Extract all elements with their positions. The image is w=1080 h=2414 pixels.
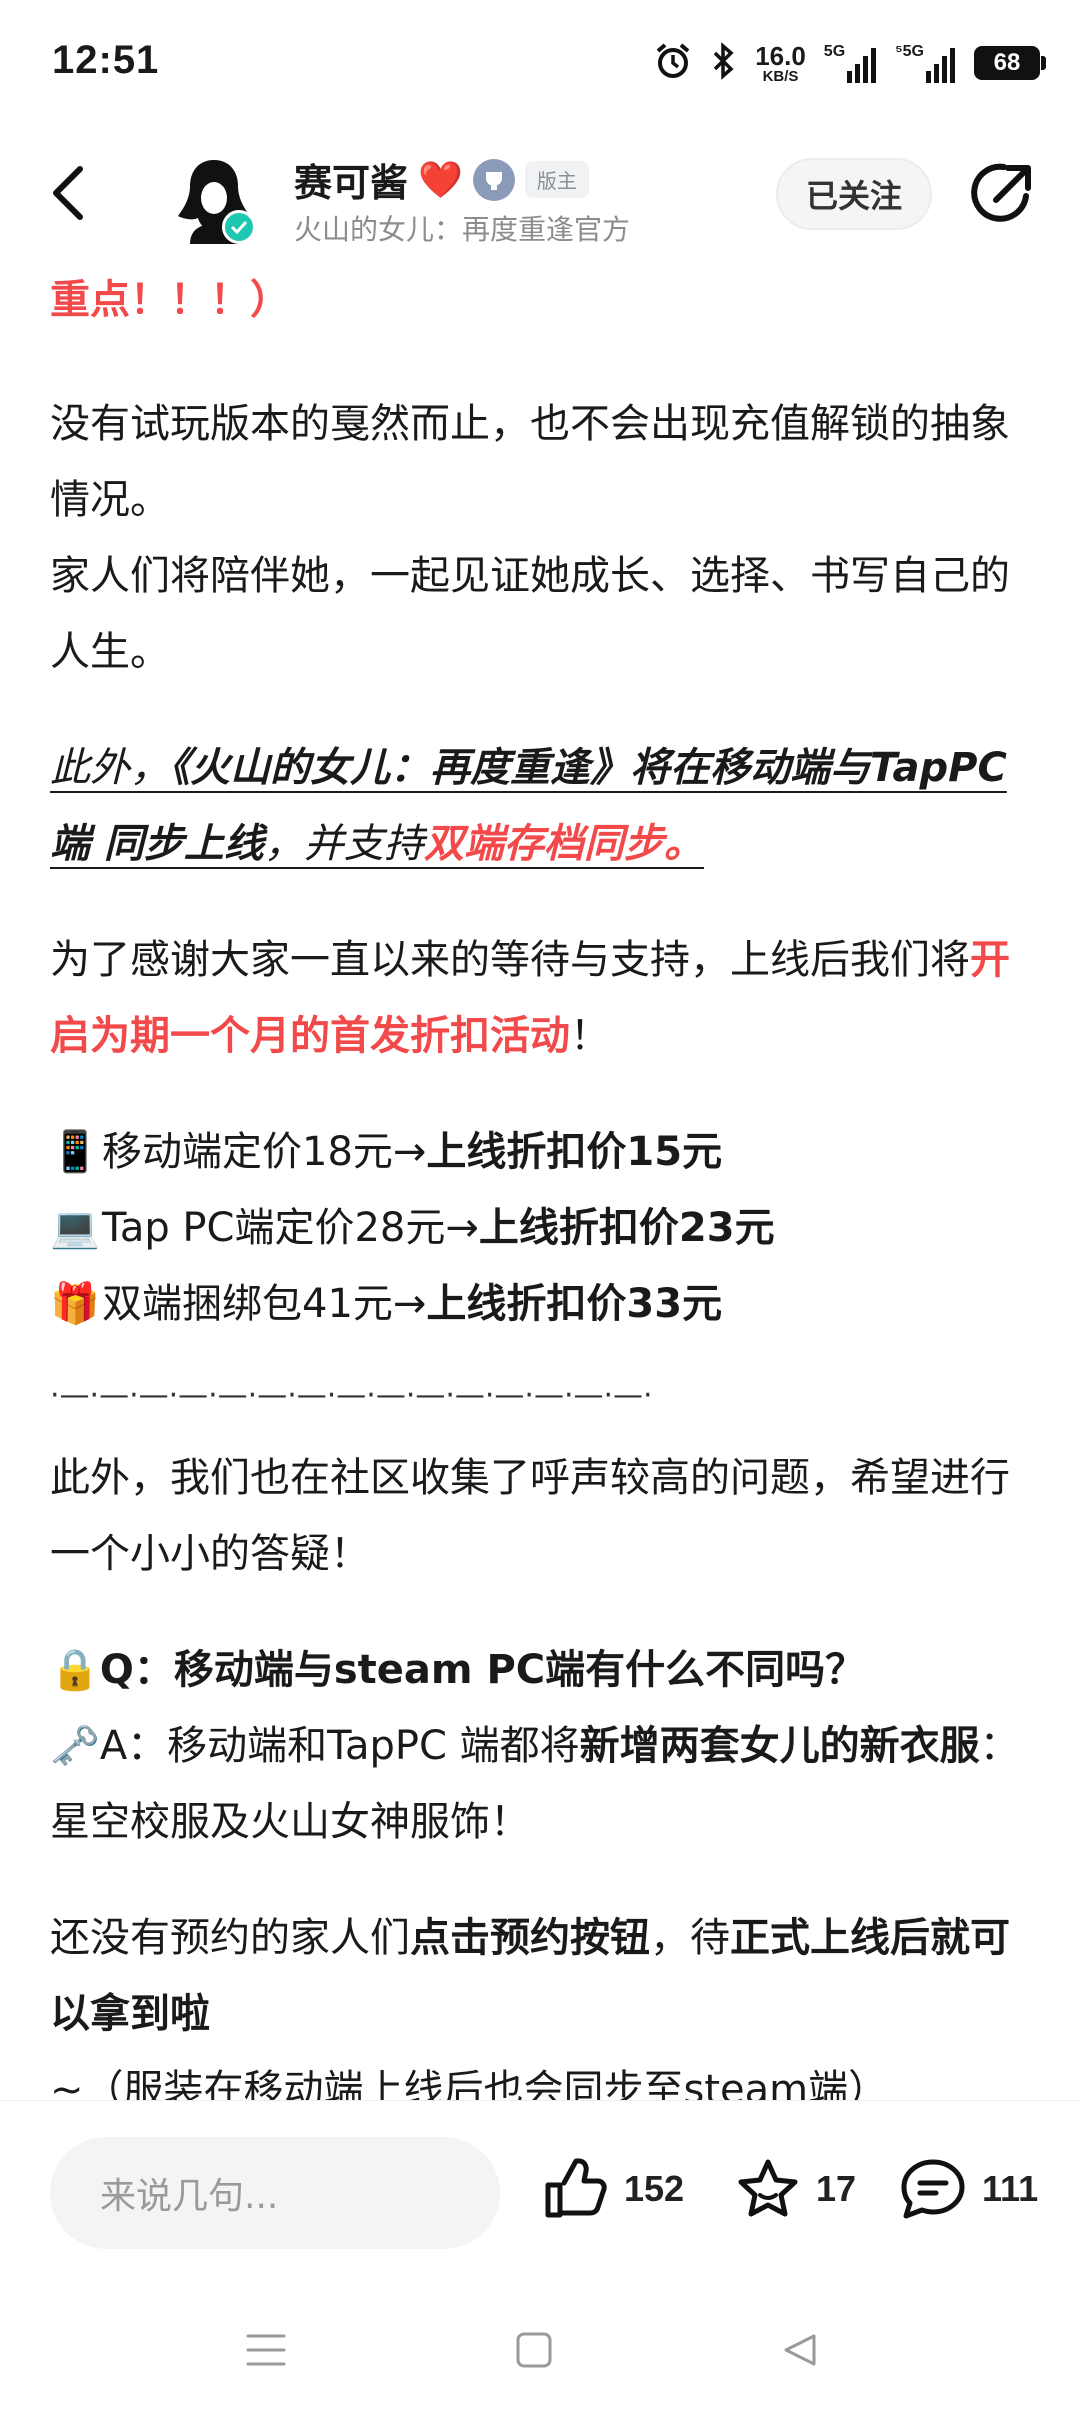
screen: 12:51 16.0 KB/S 5G ⁵5G 68 赛可酱 ❤️ 版主 火山的女… [0,0,1080,2414]
price-list: 📱移动端定价18元→上线折扣价15元 💻Tap PC端定价28元→上线折扣价23… [50,1114,1040,1342]
faq-item: 🔒Q：移动端与steam PC端有什么不同吗？ 🗝️A：移动端和TapPC 端都… [50,1632,1040,1860]
signal2-tag: ⁵5G [895,43,924,60]
key-icon: 🗝️ [50,1723,100,1769]
discount-text-a: 为了感谢大家一直以来的等待与支持，上线后我们将 [50,937,970,983]
bluetooth-icon [711,41,737,85]
signal-icon-sim1: 5G [824,43,877,83]
paragraph-emphasis: 重点！！！） [50,277,290,323]
verified-badge-icon [222,210,256,244]
phone-icon: 📱 [50,1129,100,1175]
reservation-text-a: 还没有预约的家人们 [50,1915,410,1961]
nav-back-button[interactable] [760,2310,840,2390]
comment-count: 111 [982,2168,1039,2209]
net-speed-value: 16.0 [755,40,806,71]
alarm-icon [653,41,693,85]
price-item: 🎁双端捆绑包41元→上线折扣价33元 [50,1266,1040,1342]
share-icon [971,163,1031,222]
price-text: Tap PC端定价28元→ [102,1205,479,1251]
status-time: 12:51 [52,38,160,82]
price-discount: 上线折扣价33元 [426,1281,723,1327]
user-name[interactable]: 赛可酱 [294,152,408,207]
thumbs-up-icon [545,2158,607,2218]
nav-home-button[interactable] [494,2310,574,2390]
share-button[interactable] [966,158,1038,230]
article-body: 重点！！！） 没有试玩版本的戛然而止，也不会出现充值解锁的抽象情况。 家人们将陪… [50,262,1040,2168]
signal-icon-sim2: ⁵5G [895,43,956,83]
battery-level: 68 [993,49,1021,76]
paragraph-intro-line2: 家人们将陪伴她，一起见证她成长、选择、书写自己的人生。 [50,553,1010,675]
like-count: 152 [624,2168,685,2209]
price-text: 双端捆绑包41元→ [102,1281,427,1327]
paragraph-intro: 没有试玩版本的戛然而止，也不会出现充值解锁的抽象情况。 家人们将陪伴她，一起见证… [50,386,1040,690]
favorite-button[interactable]: 17 [734,2157,856,2221]
launch-text-d: 双端存档同步。 [423,821,704,867]
reservation-text-c: ，待 [650,1915,730,1961]
signal1-tag: 5G [823,43,846,60]
back-button[interactable] [48,158,118,228]
net-speed-unit: KB/S [762,67,799,85]
like-button[interactable]: 152 [542,2157,684,2221]
gift-icon: 🎁 [50,1281,100,1327]
price-item: 💻Tap PC端定价28元→上线折扣价23元 [50,1190,1040,1266]
faq-question: 🔒Q：移动端与steam PC端有什么不同吗？ [50,1632,1040,1708]
menu-icon [246,2334,286,2366]
price-text: 移动端定价18元→ [102,1129,427,1175]
paragraph-reservation: 还没有预约的家人们点击预约按钮，待正式上线后就可以拿到啦~（服装在移动端上线后也… [50,1900,1040,2128]
favorite-count: 17 [816,2168,857,2209]
launch-text-a: 此外， [50,745,170,791]
price-item: 📱移动端定价18元→上线折扣价15元 [50,1114,1040,1190]
heart-icon: ❤️ [418,159,463,201]
lock-icon: 🔒 [50,1647,100,1693]
network-speed: 16.0 KB/S [755,43,806,84]
status-icons: 16.0 KB/S 5G ⁵5G 68 [653,38,1046,88]
back-triangle-icon [784,2334,816,2366]
post-header: 赛可酱 ❤️ 版主 火山的女儿：再度重逢官方 已关注 [0,130,1080,260]
home-square-icon [516,2332,552,2368]
user-subtitle: 火山的女儿：再度重逢官方 [294,213,631,246]
system-nav-bar [0,2290,1080,2414]
price-discount: 上线折扣价23元 [478,1205,775,1251]
star-icon [738,2159,798,2217]
paragraph-faq-intro: 此外，我们也在社区收集了呼声较高的问题，希望进行一个小小的答疑！ [50,1455,1010,1577]
question-text: Q：移动端与steam PC端有什么不同吗？ [99,1647,866,1693]
back-arrow-icon [53,166,83,220]
laptop-icon: 💻 [50,1205,100,1251]
paragraph-intro-line1: 没有试玩版本的戛然而止，也不会出现充值解锁的抽象情况。 [50,401,1010,523]
launch-text-c: ，并支持 [263,821,424,867]
user-name-row: 赛可酱 ❤️ 版主 [294,152,589,207]
bottom-action-bar: 来说几句... 152 17 111 [0,2100,1080,2250]
faq-answer: 🗝️A：移动端和TapPC 端都将新增两套女儿的新衣服：星空校服及火山女神服饰！ [50,1708,1040,1860]
price-discount: 上线折扣价15元 [426,1129,723,1175]
answer-text-bold: 新增两套女儿的新衣服 [579,1723,980,1769]
level-badge-icon [472,158,515,201]
comment-bubble-icon [901,2159,965,2219]
nav-menu-button[interactable] [226,2310,306,2390]
follow-button[interactable]: 已关注 [776,158,932,230]
discount-text-c: ！ [570,1013,610,1059]
answer-text-a: A：移动端和TapPC 端都将 [99,1723,580,1769]
battery-icon: 68 [974,46,1046,80]
reservation-text-b: 点击预约按钮 [410,1915,650,1961]
comment-button[interactable]: 111 [898,2157,1038,2221]
divider: ·—·—·—·—·—·—·—·—·—·—·—·—·—·—·—· [50,1378,653,1413]
paragraph-discount: 为了感谢大家一直以来的等待与支持，上线后我们将开启为期一个月的首发折扣活动！ [50,922,1040,1074]
moderator-badge: 版主 [524,161,589,198]
comment-input[interactable]: 来说几句... [50,2137,500,2249]
paragraph-launch: 此外，《火山的女儿：再度重逢》将在移动端与TapPC 端 同步上线，并支持双端存… [50,730,1040,882]
status-bar: 12:51 16.0 KB/S 5G ⁵5G 68 [0,0,1080,120]
